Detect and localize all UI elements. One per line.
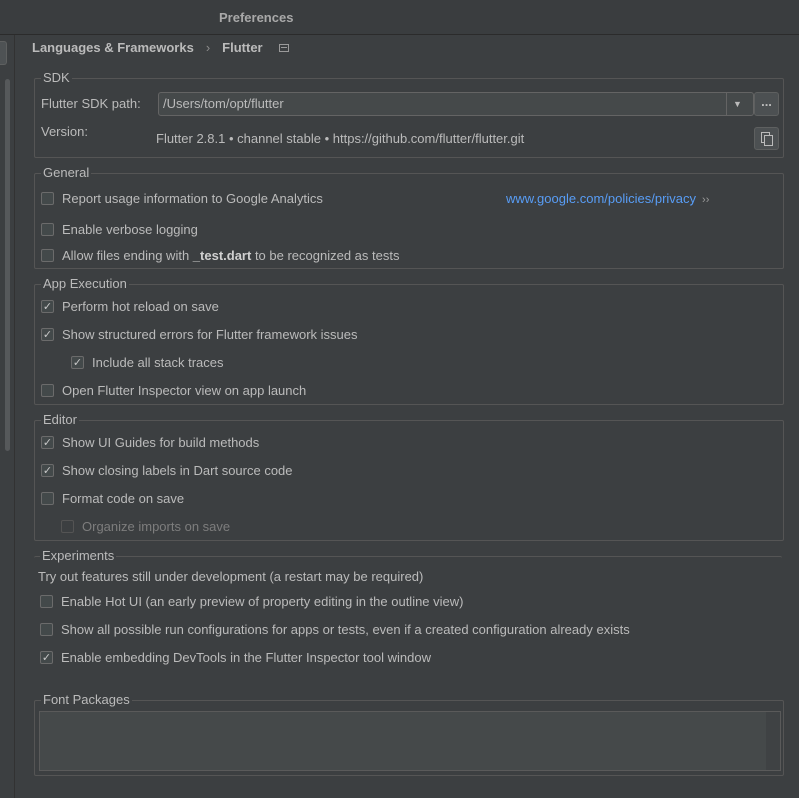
font-packages-group: Font Packages <box>34 692 784 776</box>
organize-imports-label: Organize imports on save <box>82 519 231 534</box>
format-on-save-checkbox[interactable] <box>41 492 54 505</box>
editor-legend: Editor <box>41 412 79 427</box>
structured-errors-label: Show structured errors for Flutter frame… <box>62 327 358 342</box>
verbose-logging-row[interactable]: Enable verbose logging <box>41 222 198 237</box>
closing-labels-checkbox[interactable]: ✓ <box>41 464 54 477</box>
breadcrumb-separator: › <box>205 40 211 55</box>
font-packages-scrollbar[interactable] <box>766 712 780 770</box>
settings-tree-selected-tab[interactable] <box>0 41 7 65</box>
closing-labels-label: Show closing labels in Dart source code <box>62 463 293 478</box>
experiments-description: Try out features still under development… <box>38 569 424 584</box>
font-packages-textarea[interactable] <box>39 711 781 771</box>
sdk-version-value: Flutter 2.8.1 • channel stable • https:/… <box>156 131 525 146</box>
copy-icon-front <box>764 135 773 146</box>
project-settings-icon <box>278 43 289 52</box>
open-inspector-checkbox[interactable] <box>41 384 54 397</box>
app-execution-group: App Execution ✓ Perform hot reload on sa… <box>34 276 784 405</box>
test-files-row[interactable]: Allow files ending with _test.dart to be… <box>41 248 399 263</box>
ui-guides-row[interactable]: ✓ Show UI Guides for build methods <box>41 435 259 450</box>
privacy-link-text: www.google.com/policies/privacy <box>506 191 697 206</box>
app-execution-legend: App Execution <box>41 276 129 291</box>
devtools-row[interactable]: ✓ Enable embedding DevTools in the Flutt… <box>40 650 431 665</box>
hot-ui-row[interactable]: Enable Hot UI (an early preview of prope… <box>40 594 464 609</box>
structured-errors-checkbox[interactable]: ✓ <box>41 328 54 341</box>
organize-imports-row: Organize imports on save <box>61 519 230 534</box>
window-title: Preferences <box>219 10 294 25</box>
stack-traces-label: Include all stack traces <box>92 355 224 370</box>
sdk-path-combobox[interactable]: /Users/tom/opt/flutter <box>158 92 754 116</box>
settings-tree-scrollbar[interactable] <box>5 79 10 451</box>
hot-ui-checkbox[interactable] <box>40 595 53 608</box>
ui-guides-checkbox[interactable]: ✓ <box>41 436 54 449</box>
run-configs-checkbox[interactable] <box>40 623 53 636</box>
chevron-down-icon: ▼ <box>733 99 742 109</box>
ui-guides-label: Show UI Guides for build methods <box>62 435 260 450</box>
run-configs-label: Show all possible run configurations for… <box>61 622 630 637</box>
open-inspector-row[interactable]: Open Flutter Inspector view on app launc… <box>41 383 306 398</box>
stack-traces-row[interactable]: ✓ Include all stack traces <box>71 355 224 370</box>
closing-labels-row[interactable]: ✓ Show closing labels in Dart source cod… <box>41 463 293 478</box>
report-usage-label: Report usage information to Google Analy… <box>62 191 323 206</box>
devtools-label: Enable embedding DevTools in the Flutter… <box>61 650 431 665</box>
hot-reload-row[interactable]: ✓ Perform hot reload on save <box>41 299 219 314</box>
breadcrumb-current: Flutter <box>222 40 263 55</box>
sdk-browse-button[interactable]: ... <box>754 92 779 116</box>
breadcrumb: Languages & Frameworks › Flutter <box>32 40 289 55</box>
editor-group: Editor ✓ Show UI Guides for build method… <box>34 412 784 541</box>
run-configs-row[interactable]: Show all possible run configurations for… <box>40 622 630 637</box>
devtools-checkbox[interactable]: ✓ <box>40 651 53 664</box>
stack-traces-checkbox[interactable]: ✓ <box>71 356 84 369</box>
format-on-save-label: Format code on save <box>62 491 185 506</box>
experiments-group: Experiments Try out features still under… <box>34 548 782 671</box>
font-packages-legend: Font Packages <box>41 692 132 707</box>
breadcrumb-parent[interactable]: Languages & Frameworks <box>32 40 194 55</box>
privacy-policy-link[interactable]: www.google.com/policies/privacy ›› <box>506 191 709 206</box>
sdk-path-value: /Users/tom/opt/flutter <box>163 96 284 111</box>
external-link-icon: ›› <box>702 194 710 206</box>
hot-ui-label: Enable Hot UI (an early preview of prope… <box>61 594 464 609</box>
open-inspector-label: Open Flutter Inspector view on app launc… <box>62 383 307 398</box>
structured-errors-row[interactable]: ✓ Show structured errors for Flutter fra… <box>41 327 357 342</box>
hot-reload-checkbox[interactable]: ✓ <box>41 300 54 313</box>
hot-reload-label: Perform hot reload on save <box>62 299 219 314</box>
test-files-checkbox[interactable] <box>41 249 54 262</box>
general-group: General Report usage information to Goog… <box>34 165 784 269</box>
general-legend: General <box>41 165 92 180</box>
test-files-label-prefix: Allow files ending with <box>62 248 193 263</box>
verbose-logging-label: Enable verbose logging <box>62 222 198 237</box>
copy-version-button[interactable] <box>754 127 779 150</box>
test-files-label-pattern: _test.dart <box>192 248 252 263</box>
experiments-legend: Experiments <box>40 548 117 563</box>
report-usage-checkbox[interactable] <box>41 192 54 205</box>
settings-tree-panel <box>0 35 15 798</box>
organize-imports-checkbox <box>61 520 74 533</box>
title-bar: Preferences <box>0 0 799 35</box>
sdk-path-label: Flutter SDK path: <box>41 96 141 111</box>
format-on-save-row[interactable]: Format code on save <box>41 491 184 506</box>
sdk-path-dropdown-button[interactable]: ▼ <box>726 93 748 115</box>
verbose-logging-checkbox[interactable] <box>41 223 54 236</box>
sdk-group: SDK Flutter SDK path: /Users/tom/opt/flu… <box>34 70 784 158</box>
test-files-label: Allow files ending with _test.dart to be… <box>62 248 399 263</box>
sdk-version-label: Version: <box>41 124 88 139</box>
report-usage-row[interactable]: Report usage information to Google Analy… <box>41 191 323 206</box>
sdk-legend: SDK <box>41 70 72 85</box>
test-files-label-suffix: to be recognized as tests <box>251 248 400 263</box>
